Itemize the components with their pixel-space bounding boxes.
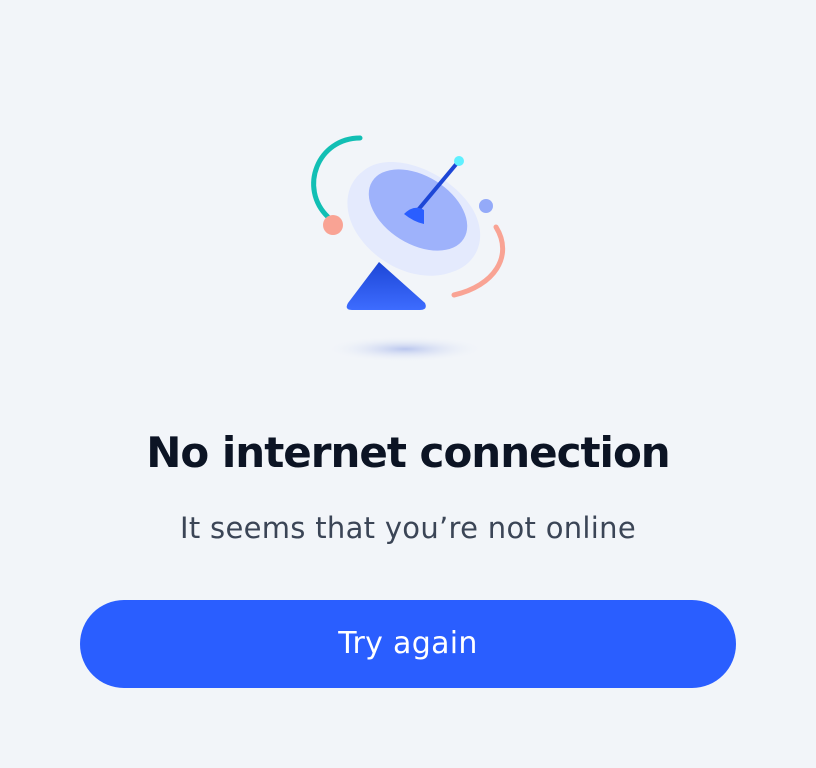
ground-shadow [325, 336, 485, 362]
antenna-tip [454, 156, 464, 166]
page-subtitle: It seems that you’re not online [180, 511, 636, 545]
coral-orbit-dot [323, 215, 343, 235]
no-connection-illustration [290, 120, 530, 370]
page-title: No internet connection [146, 428, 670, 477]
blue-orbit-dot [479, 199, 493, 213]
try-again-button[interactable]: Try again [80, 600, 736, 688]
satellite-dish-icon [311, 135, 506, 362]
